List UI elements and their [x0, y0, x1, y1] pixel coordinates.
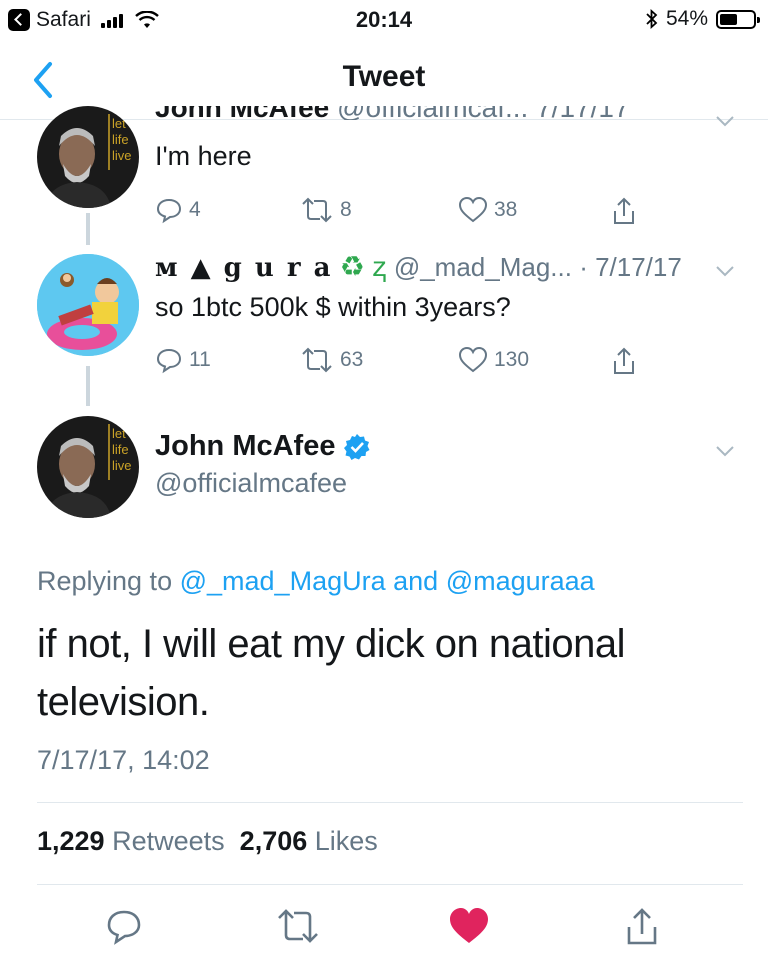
like-action[interactable]: 130	[458, 346, 529, 374]
divider	[37, 802, 743, 803]
display-name[interactable]: ᴍ ▲ g u r a	[155, 253, 332, 283]
like-label[interactable]: Likes	[315, 826, 378, 856]
heart-icon	[458, 196, 488, 223]
recycle-emoji-icon: ♻ ⱬ	[339, 251, 387, 282]
tweet-text: I'm here	[155, 141, 252, 171]
reply-icon[interactable]	[104, 906, 144, 946]
tweet-stats: 1,229 Retweets 2,706 Likes	[37, 826, 378, 857]
avatar-caption: let life live	[112, 116, 132, 163]
tweet-header: ᴍ ▲ g u r a ♻ ⱬ @_mad_Mag... · 7/17/17	[155, 250, 755, 286]
share-icon	[614, 197, 634, 224]
author-handle[interactable]: @officialmcafee	[155, 468, 347, 499]
author-name[interactable]: John McAfee	[155, 430, 371, 463]
avatar[interactable]: let life live	[37, 416, 139, 518]
like-action[interactable]: 38	[458, 196, 517, 224]
reply-icon	[156, 198, 182, 224]
tweet-text: so 1btc 500k $ within 3years?	[155, 292, 511, 322]
battery-icon	[716, 9, 760, 29]
like-count[interactable]: 2,706	[240, 826, 308, 856]
handle-date[interactable]: @_mad_Mag... · 7/17/17	[394, 252, 682, 282]
reply-and[interactable]: and	[393, 566, 438, 596]
reply-icon	[156, 348, 182, 374]
bluetooth-icon	[646, 9, 658, 29]
page-title: Tweet	[342, 60, 426, 93]
main-tweet-text: if not, I will eat my dick on national t…	[37, 622, 625, 724]
retweet-action[interactable]: 63	[300, 346, 363, 374]
replying-to: Replying to @_mad_MagUra and @maguraaa	[37, 566, 595, 596]
cartoon-avatar-image	[37, 254, 139, 356]
chevron-down-icon[interactable]	[712, 258, 738, 284]
verified-badge-icon	[344, 433, 370, 460]
reply-action[interactable]: 4	[155, 196, 201, 224]
tweet-actions: 11 63 130	[155, 346, 655, 380]
status-bar: Safari 20:14 54%	[0, 0, 768, 40]
share-action[interactable]	[610, 196, 638, 226]
reply-user-link[interactable]: @_mad_MagUra	[180, 566, 386, 596]
retweet-action[interactable]: 8	[300, 196, 352, 224]
heart-icon	[458, 346, 488, 373]
divider	[37, 884, 743, 885]
avatar[interactable]: let life live	[37, 106, 139, 208]
retweet-count[interactable]: 1,229	[37, 826, 105, 856]
tweet-actions: 4 8 38	[155, 196, 655, 230]
retweet-icon[interactable]	[275, 906, 321, 946]
clipped-tweet-header: John McAfee @officialmcaf... 7/17/17	[155, 106, 745, 120]
reply-user-link[interactable]: @maguraaa	[446, 566, 595, 596]
retweet-icon	[302, 347, 332, 373]
reply-action[interactable]: 11	[155, 346, 211, 374]
heart-icon[interactable]	[448, 906, 490, 946]
status-right: 54%	[646, 7, 760, 31]
clipped-name: John McAfee	[155, 106, 329, 120]
avatar[interactable]	[37, 254, 139, 356]
retweet-icon	[302, 197, 332, 223]
share-icon	[614, 347, 634, 374]
tweet-timestamp: 7/17/17, 14:02	[37, 745, 210, 775]
avatar-caption: let life live	[112, 426, 132, 473]
chevron-down-icon[interactable]	[712, 108, 738, 134]
main-tweet-actions	[0, 900, 768, 954]
share-action[interactable]	[610, 346, 638, 376]
share-icon[interactable]	[622, 906, 662, 946]
retweet-label[interactable]: Retweets	[112, 826, 225, 856]
clipped-handle: @officialmcaf...	[337, 106, 528, 120]
clipped-date: 7/17/17	[536, 106, 629, 120]
battery-percent: 54%	[665, 7, 708, 30]
thread-line	[86, 213, 90, 245]
thread-line	[86, 366, 90, 406]
chevron-down-icon[interactable]	[712, 438, 738, 464]
